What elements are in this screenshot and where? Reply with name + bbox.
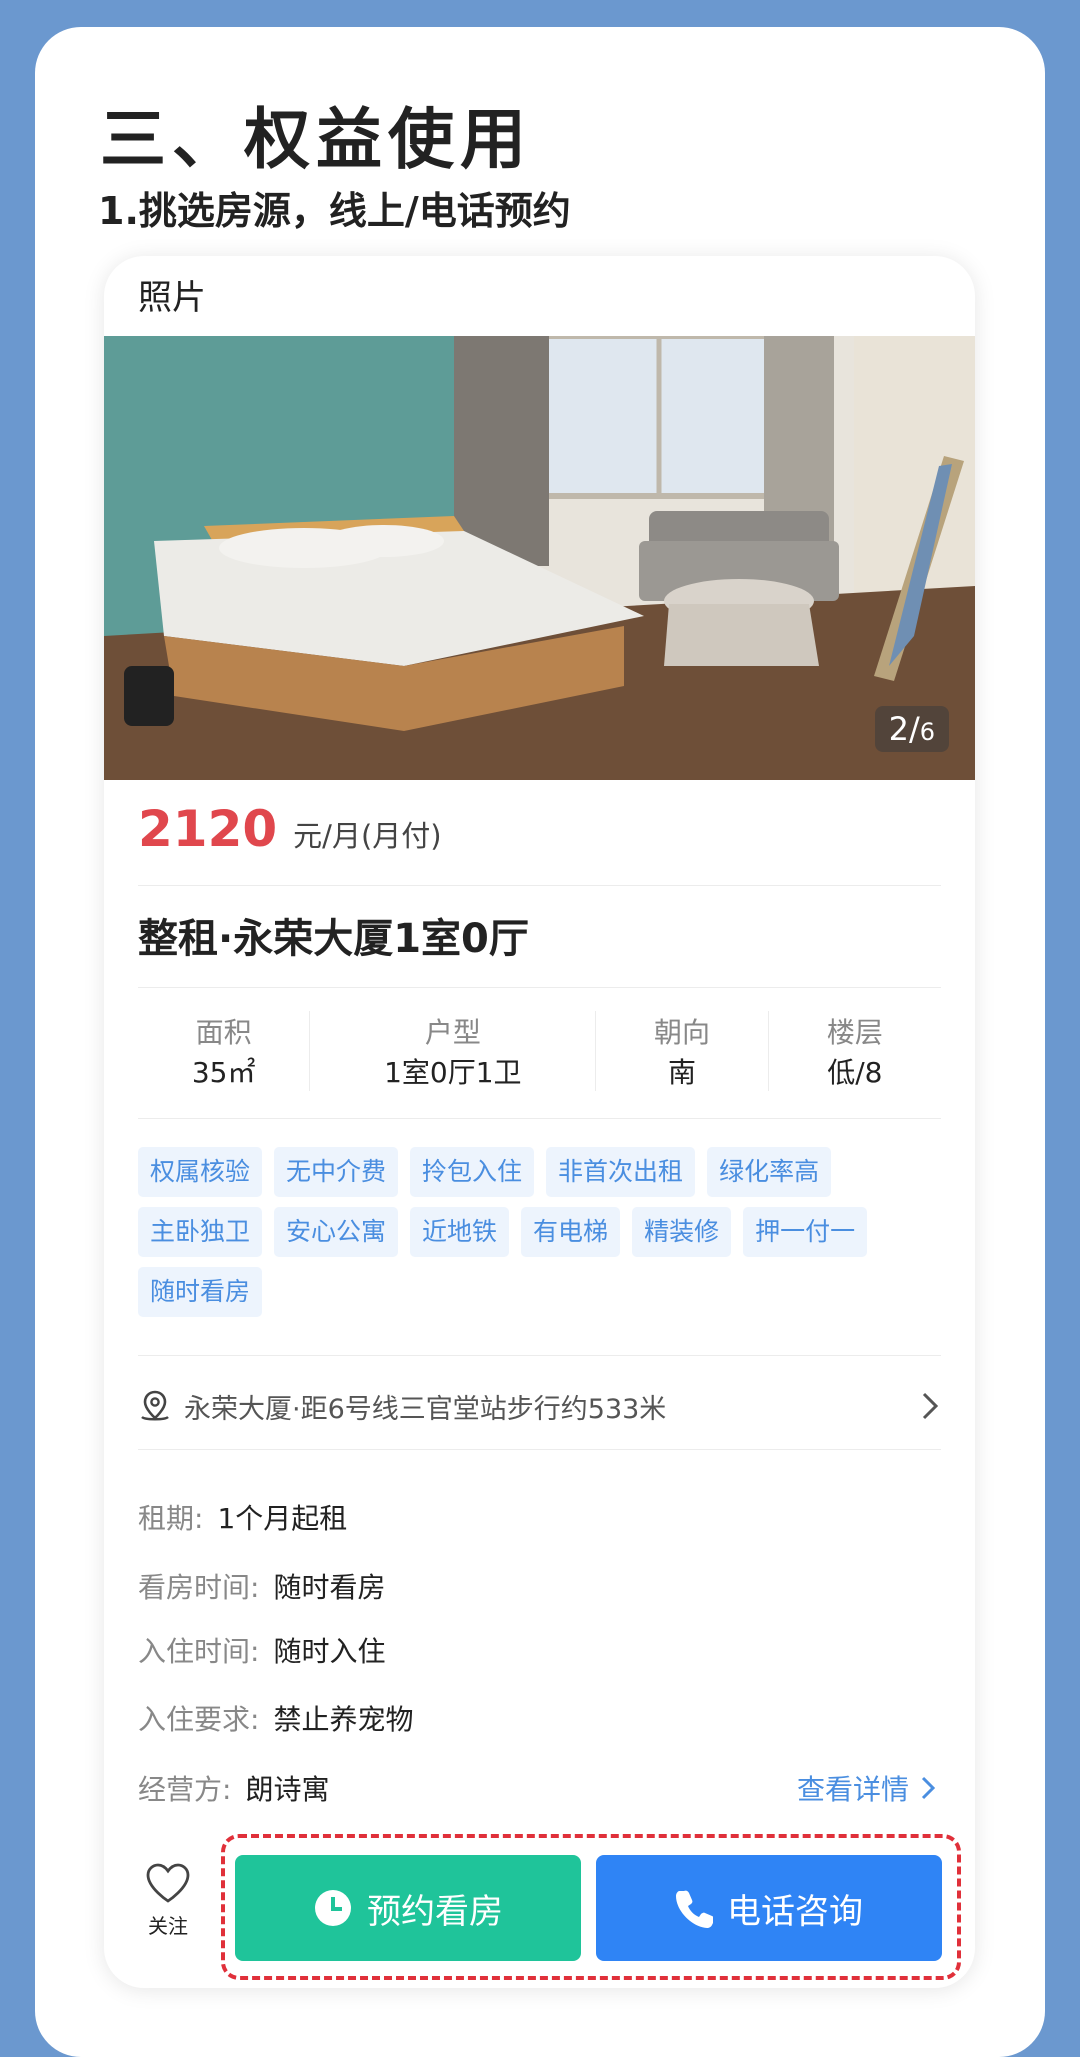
info-move-in-time: 入住时间: 随时入住 [138, 1635, 386, 1668]
listing-card: 照片 2/6 2120 元/月(月付) 整租·永荣大厦1室0厅 面积 35㎡ 户… [104, 256, 975, 1988]
spec-floor: 楼层 低/8 [826, 1016, 883, 1089]
section-heading: 三、权益使用 [100, 101, 532, 178]
feature-tag: 有电梯 [521, 1207, 621, 1257]
divider [138, 1449, 941, 1450]
divider [138, 1118, 941, 1119]
phone-consult-button[interactable]: 电话咨询 [596, 1855, 942, 1961]
photo-counter: 2/6 [874, 706, 949, 752]
feature-tag: 主卧独卫 [138, 1207, 263, 1257]
chevron-right-icon [919, 1391, 941, 1421]
price: 2120 [138, 800, 278, 858]
spec-grid: 面积 35㎡ 户型 1室0厅1卫 朝向南 楼层 低/8 [138, 1011, 941, 1091]
feature-tag: 押一付一 [743, 1207, 868, 1257]
listing-title: 整租·永荣大厦1室0厅 [138, 916, 529, 962]
feature-tag: 近地铁 [410, 1207, 510, 1257]
address-text: 永荣大厦·距6号线三官堂站步行约533米 [184, 1393, 667, 1425]
phone-icon [675, 1888, 713, 1928]
spec-orientation: 朝向南 [596, 1011, 769, 1091]
divider [138, 1355, 941, 1356]
feature-tags: 权属核验 无中介费 拎包入住 非首次出租 绿化率高 主卧独卫 安心公寓 近地铁 … [138, 1147, 941, 1327]
divider [138, 987, 941, 988]
feature-tag: 权属核验 [138, 1147, 263, 1197]
price-row: 2120 元/月(月付) [138, 800, 442, 860]
tab-photos[interactable]: 照片 [136, 270, 208, 319]
price-unit: 元/月(月付) [293, 819, 442, 853]
clock-icon [313, 1888, 353, 1928]
location-pin-icon [138, 1389, 172, 1423]
heart-icon [145, 1862, 191, 1904]
spec-area: 面积 35㎡ [138, 1011, 311, 1091]
spec-layout: 户型 1室0厅1卫 [310, 1011, 597, 1091]
address-row[interactable]: 永荣大厦·距6号线三官堂站步行约533米 [138, 1381, 941, 1431]
feature-tag: 随时看房 [138, 1267, 263, 1317]
divider [138, 885, 941, 886]
section-subheading: 1.挑选房源，线上/电话预约 [98, 189, 571, 233]
info-move-in-requirement: 入住要求: 禁止养宠物 [138, 1703, 414, 1736]
favorite-button[interactable]: 关注 [144, 1862, 192, 1939]
feature-tag: 无中介费 [274, 1147, 399, 1197]
info-operator: 经营方: 朗诗寓 [138, 1773, 330, 1806]
chevron-right-icon [919, 1775, 937, 1801]
room-photo[interactable]: 2/6 [104, 336, 975, 780]
feature-tag: 精装修 [632, 1207, 732, 1257]
info-viewing-time: 看房时间: 随时看房 [138, 1571, 386, 1604]
feature-tag: 安心公寓 [274, 1207, 399, 1257]
feature-tag: 拎包入住 [410, 1147, 535, 1197]
info-lease-term: 租期: 1个月起租 [138, 1502, 348, 1535]
feature-tag: 非首次出租 [546, 1147, 696, 1197]
view-details-link[interactable]: 查看详情 [797, 1768, 937, 1808]
room-photo-illustration [104, 336, 975, 780]
feature-tag: 绿化率高 [707, 1147, 832, 1197]
book-viewing-button[interactable]: 预约看房 [235, 1855, 581, 1961]
